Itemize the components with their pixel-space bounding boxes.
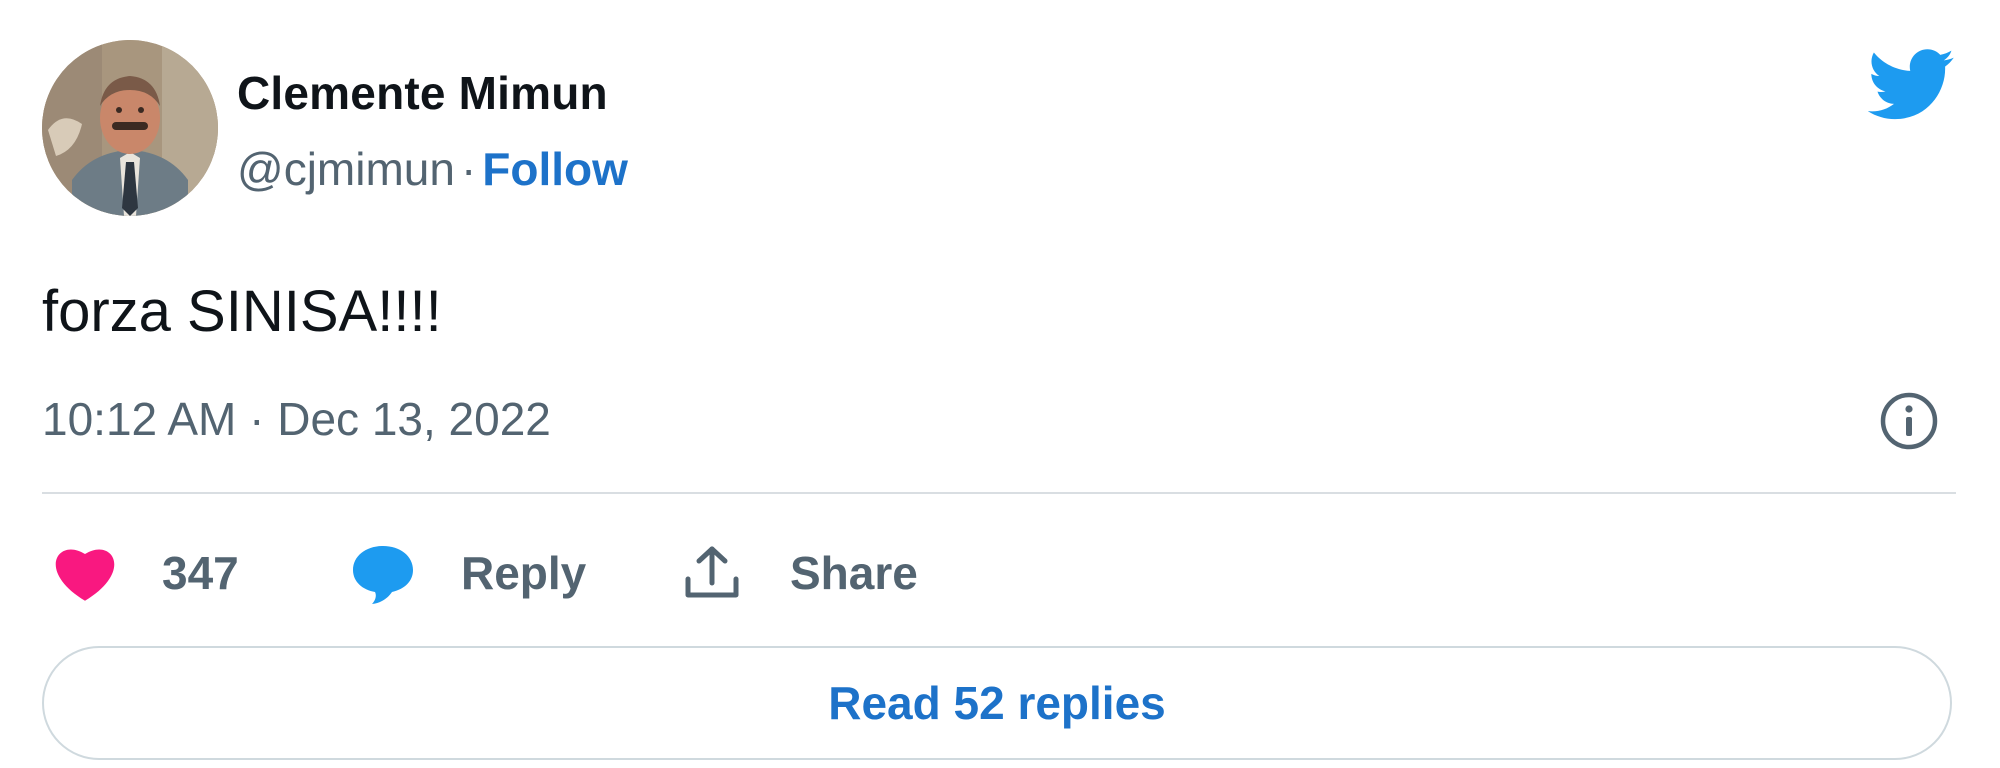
- divider: [42, 492, 1956, 494]
- follow-link[interactable]: Follow: [482, 143, 628, 195]
- timestamp[interactable]: 10:12 AM · Dec 13, 2022: [42, 392, 551, 446]
- heart-icon: [55, 549, 115, 601]
- like-button[interactable]: 347: [52, 540, 239, 606]
- read-replies-button[interactable]: Read 52 replies: [42, 646, 1952, 760]
- share-button[interactable]: Share: [682, 540, 918, 606]
- share-label: Share: [790, 547, 918, 599]
- speech-bubble-icon: [353, 546, 413, 604]
- twitter-bird-icon[interactable]: [1867, 48, 1954, 124]
- info-icon[interactable]: [1878, 390, 1940, 452]
- read-replies-label: Read 52 replies: [828, 677, 1166, 729]
- user-handle[interactable]: @cjmimun: [237, 143, 455, 195]
- reply-label: Reply: [461, 547, 587, 599]
- share-arrow-icon: [685, 546, 739, 598]
- tweet-card: Clemente Mimun @cjmimun · Follow forza SIN…: [0, 0, 2000, 768]
- reply-button[interactable]: Reply: [350, 540, 586, 606]
- like-count: 347: [162, 547, 239, 599]
- separator-dot: ·: [460, 143, 477, 195]
- tweet-text: forza SINISA!!!!: [42, 279, 442, 344]
- handle-row: @cjmimun · Follow: [237, 142, 628, 196]
- avatar[interactable]: [42, 40, 218, 216]
- display-name[interactable]: Clemente Mimun: [237, 66, 608, 120]
